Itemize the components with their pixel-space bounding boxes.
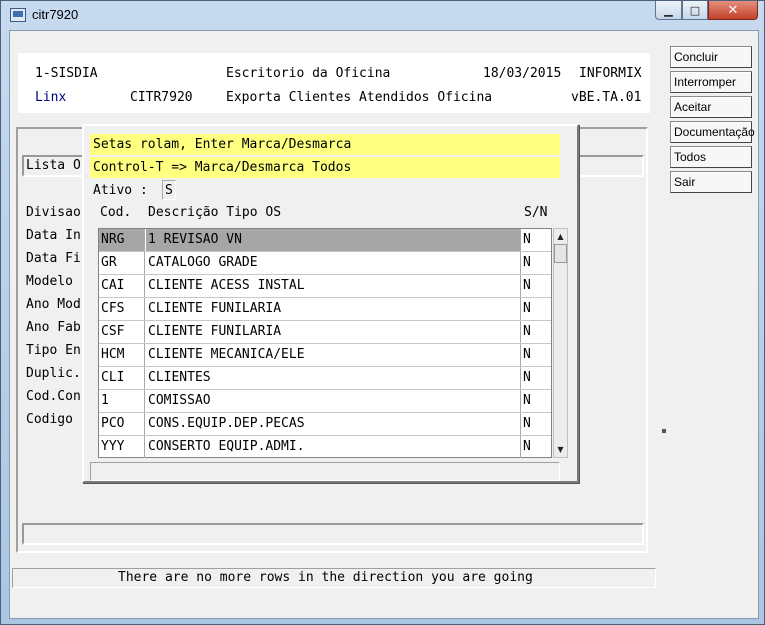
cell-desc: CONS.EQUIP.DEP.PECAS — [146, 413, 521, 435]
label-ano-modelo: Ano Mod — [26, 297, 81, 312]
hint-toggle-all: Control-T => Marca/Desmarca Todos — [90, 157, 560, 178]
table-row[interactable]: HCM CLIENTE MECANICA/ELE N — [99, 344, 551, 367]
documentacao-button[interactable]: Documentação — [670, 121, 755, 143]
cell-code: YYY — [99, 436, 145, 458]
resize-grip[interactable] — [662, 429, 666, 433]
table-row[interactable]: YYY CONSERTO EQUIP.ADMI. N — [99, 436, 551, 459]
cell-code: CSF — [99, 321, 145, 343]
tipo-os-grid: NRG 1 REVISAO VN N GR CATALOGO GRADE N C… — [98, 228, 552, 458]
label-tipo-entrada: Tipo En — [26, 343, 81, 358]
aceitar-button[interactable]: Aceitar — [670, 96, 752, 118]
module-title: Escritorio da Oficina — [226, 66, 391, 81]
cell-sn: N — [523, 324, 531, 339]
cell-desc: CLIENTES — [146, 367, 521, 389]
cell-sn: N — [523, 393, 531, 408]
todos-button[interactable]: Todos — [670, 146, 752, 168]
table-row[interactable]: CAI CLIENTE ACESS INSTAL N — [99, 275, 551, 298]
cell-desc: CLIENTE MECANICA/ELE — [146, 344, 521, 366]
scroll-thumb[interactable] — [554, 244, 567, 263]
window-controls: ▁ □ ✕ — [655, 1, 761, 21]
system-name: 1-SISDIA — [35, 66, 98, 81]
col-header-sn: S/N — [524, 205, 548, 220]
cell-desc: CATALOGO GRADE — [146, 252, 521, 274]
cell-desc: CLIENTE ACESS INSTAL — [146, 275, 521, 297]
table-row[interactable]: CFS CLIENTE FUNILARIA N — [99, 298, 551, 321]
cell-sn: N — [523, 347, 531, 362]
cell-code: GR — [99, 252, 145, 274]
tipo-os-popup: Setas rolam, Enter Marca/Desmarca Contro… — [82, 124, 579, 483]
table-row[interactable]: CSF CLIENTE FUNILARIA N — [99, 321, 551, 344]
current-date: 18/03/2015 — [483, 66, 562, 81]
program-code: CITR7920 — [130, 90, 193, 105]
cell-desc: CLIENTE FUNILARIA — [146, 321, 521, 343]
col-header-code: Cod. — [100, 205, 132, 220]
window-title: citr7920 — [32, 7, 79, 22]
label-data-final: Data Fi — [26, 251, 81, 266]
label-ano-fabricacao: Ano Fab — [26, 320, 81, 335]
bottom-field[interactable] — [22, 523, 644, 545]
cell-code: NRG — [99, 229, 145, 251]
cell-code: HCM — [99, 344, 145, 366]
cell-desc: 1 REVISAO VN — [146, 229, 521, 251]
maximize-button[interactable]: □ — [682, 1, 708, 20]
table-row[interactable]: NRG 1 REVISAO VN N — [99, 229, 551, 252]
concluir-button[interactable]: Concluir — [670, 46, 752, 68]
scroll-up-arrow-icon[interactable]: ▲ — [554, 229, 567, 244]
label-codigo: Codigo — [26, 412, 73, 427]
table-row[interactable]: CLI CLIENTES N — [99, 367, 551, 390]
company-name: Linx — [35, 90, 67, 105]
cell-sn: N — [523, 255, 531, 270]
cell-desc: CLIENTE FUNILARIA — [146, 298, 521, 320]
program-subtitle: Exporta Clientes Atendidos Oficina — [226, 90, 493, 105]
label-modelo: Modelo — [26, 274, 73, 289]
cell-sn: N — [523, 416, 531, 431]
app-icon — [10, 8, 26, 22]
minimize-button[interactable]: ▁ — [655, 1, 682, 20]
cell-code: CLI — [99, 367, 145, 389]
client-area: 1-SISDIA Escritorio da Oficina 18/03/201… — [9, 30, 759, 619]
version: vBE.TA.01 — [571, 90, 642, 105]
lista-label: Lista O — [26, 158, 81, 173]
close-button[interactable]: ✕ — [708, 1, 758, 20]
label-duplic: Duplic. — [26, 366, 81, 381]
status-message: There are no more rows in the direction … — [118, 570, 533, 585]
ativo-label: Ativo : — [93, 183, 148, 198]
cell-desc: CONSERTO EQUIP.ADMI. — [146, 436, 521, 458]
ativo-input[interactable]: S — [162, 180, 176, 200]
title-bar[interactable]: citr7920 ▁ □ ✕ — [1, 1, 765, 29]
cell-desc: COMISSAO — [146, 390, 521, 412]
cell-code: PCO — [99, 413, 145, 435]
popup-message-field — [90, 462, 560, 481]
hint-scroll: Setas rolam, Enter Marca/Desmarca — [90, 134, 560, 155]
cell-code: CFS — [99, 298, 145, 320]
cell-sn: N — [523, 278, 531, 293]
table-row[interactable]: GR CATALOGO GRADE N — [99, 252, 551, 275]
cell-sn: N — [523, 370, 531, 385]
sair-button[interactable]: Sair — [670, 171, 752, 193]
table-row[interactable]: PCO CONS.EQUIP.DEP.PECAS N — [99, 413, 551, 436]
table-row[interactable]: 1 COMISSAO N — [99, 390, 551, 413]
database-name: INFORMIX — [579, 66, 642, 81]
label-data-inicial: Data In — [26, 228, 81, 243]
col-header-desc: Descrição Tipo OS — [148, 205, 282, 220]
label-cod-con: Cod.Con — [26, 389, 81, 404]
label-divisao: Divisao — [26, 205, 81, 220]
cell-sn: N — [523, 301, 531, 316]
application-window: citr7920 ▁ □ ✕ 1-SISDIA Escritorio da Of… — [0, 0, 765, 625]
cell-code: CAI — [99, 275, 145, 297]
cell-sn: N — [522, 229, 551, 251]
interromper-button[interactable]: Interromper — [670, 71, 752, 93]
status-bar: There are no more rows in the direction … — [12, 568, 656, 588]
grid-scrollbar[interactable]: ▲ ▼ — [553, 228, 568, 458]
program-header: 1-SISDIA Escritorio da Oficina 18/03/201… — [18, 53, 650, 113]
cell-sn: N — [523, 439, 531, 454]
scroll-down-arrow-icon[interactable]: ▼ — [554, 442, 567, 457]
cell-code: 1 — [99, 390, 145, 412]
